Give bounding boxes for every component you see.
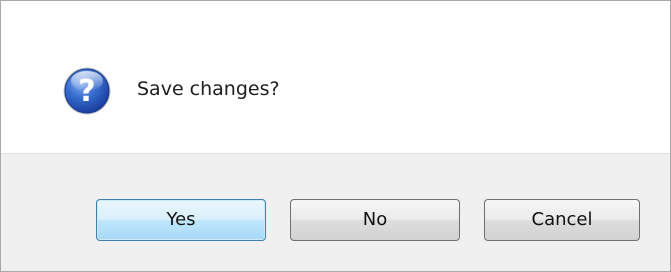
- save-changes-dialog: ? Save changes? Yes No Cancel: [0, 0, 671, 272]
- svg-text:?: ?: [78, 74, 95, 109]
- question-icon: ?: [63, 67, 111, 115]
- dialog-content: ? Save changes?: [1, 1, 670, 153]
- no-button[interactable]: No: [290, 199, 460, 241]
- dialog-button-bar: Yes No Cancel: [1, 153, 670, 271]
- cancel-button[interactable]: Cancel: [484, 199, 640, 241]
- yes-button[interactable]: Yes: [96, 199, 266, 241]
- dialog-message: Save changes?: [137, 78, 280, 100]
